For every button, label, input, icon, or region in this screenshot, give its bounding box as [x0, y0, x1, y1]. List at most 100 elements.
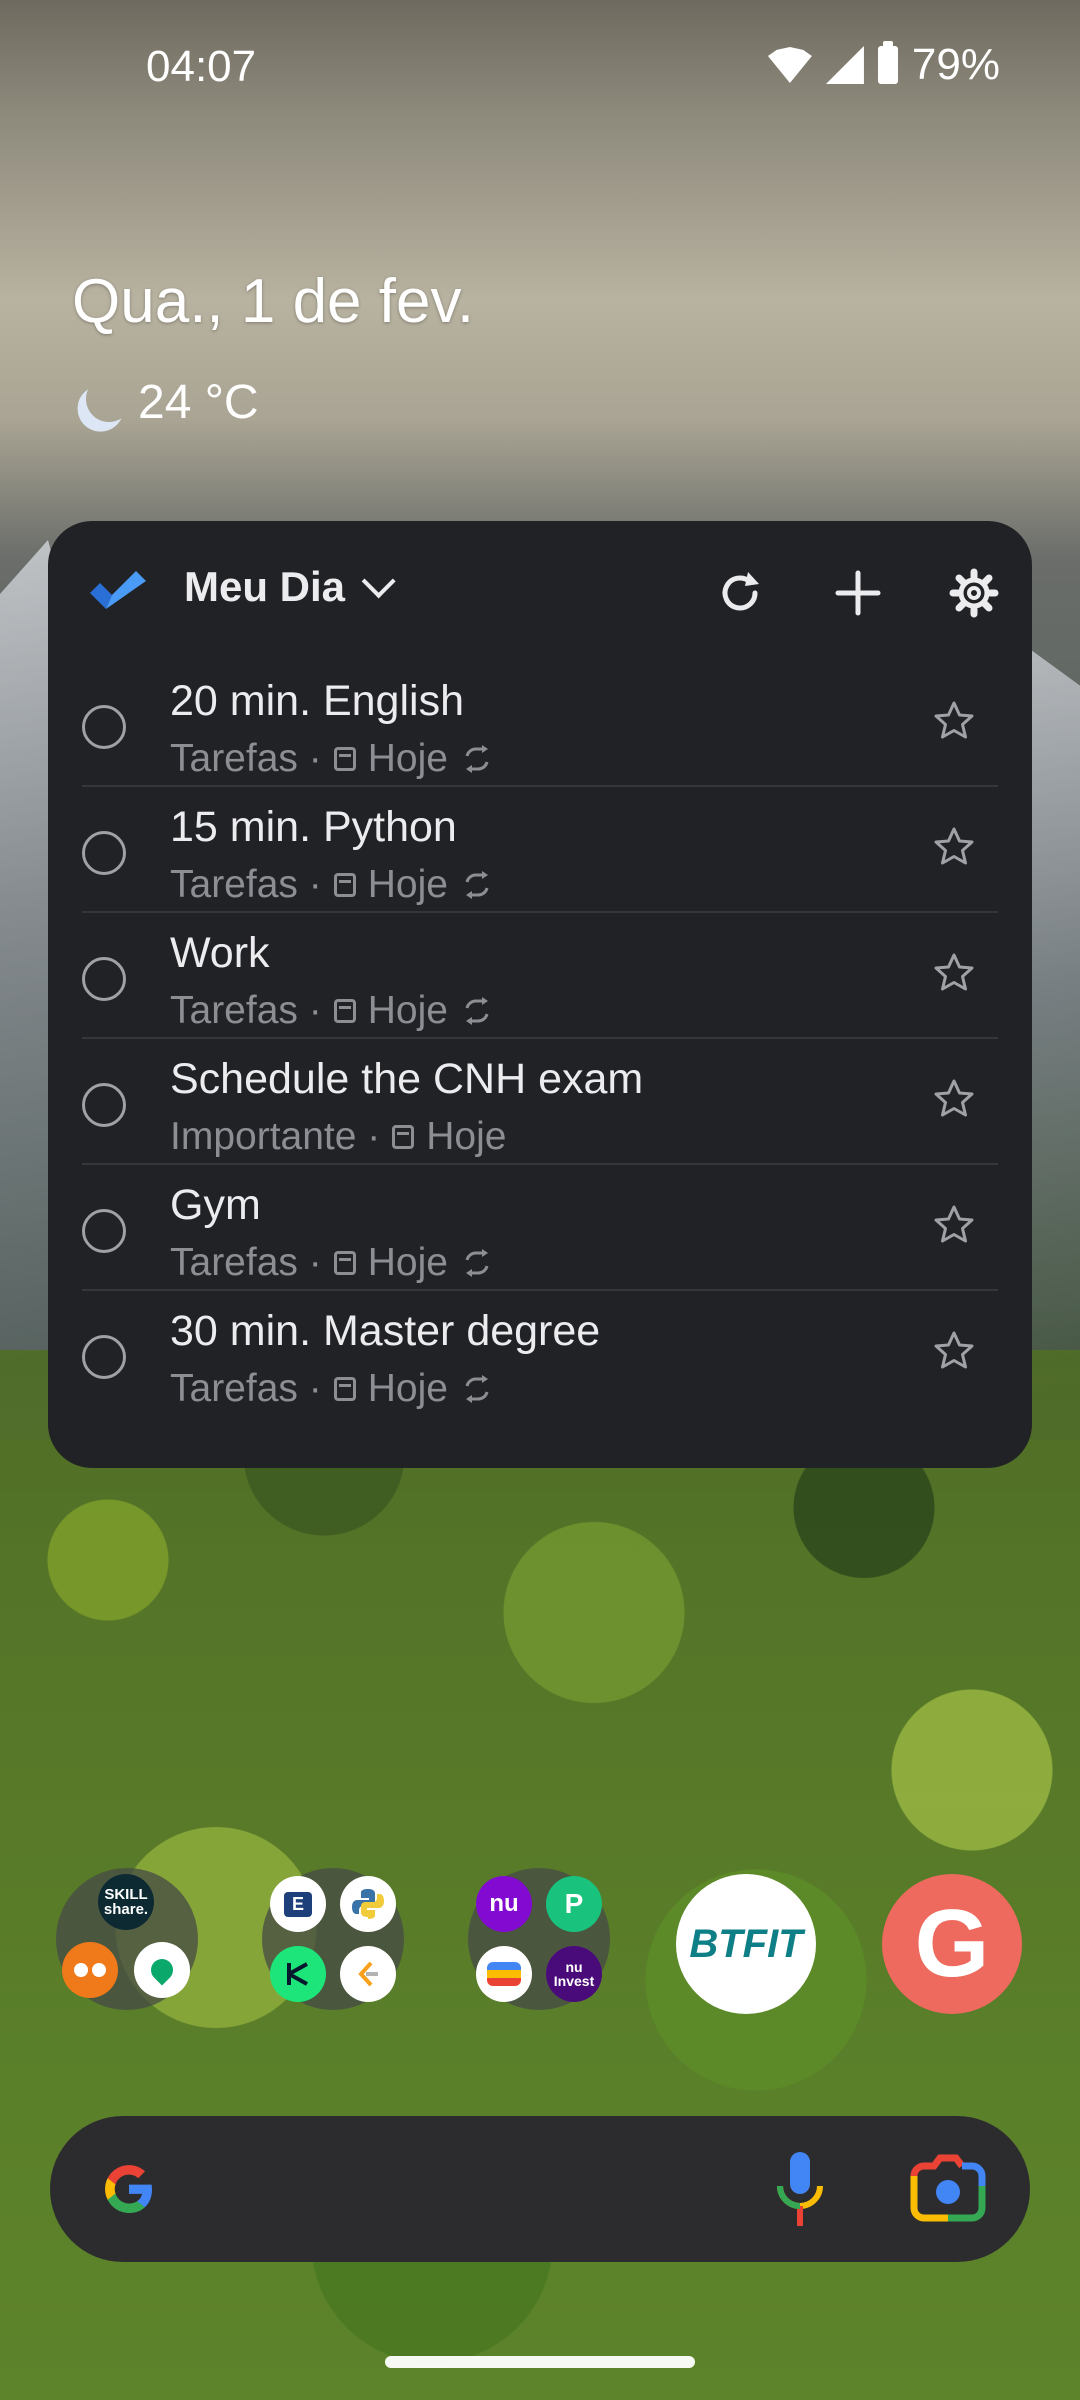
repeat-icon [465, 871, 489, 899]
task-row[interactable]: 30 min. Master degree Tarefas · Hoje [82, 1291, 998, 1415]
task-complete-checkbox[interactable] [82, 1335, 126, 1379]
task-row[interactable]: Gym Tarefas · Hoje [82, 1165, 998, 1291]
signal-icon [825, 46, 864, 84]
wifi-icon [767, 47, 812, 83]
picpay-app-icon: P [546, 1876, 602, 1932]
g-app-label: G [914, 1890, 990, 1997]
wallet-app-icon [476, 1946, 532, 2002]
task-complete-checkbox[interactable] [82, 1209, 126, 1253]
task-title: 15 min. Python [170, 803, 457, 851]
task-list: 20 min. English Tarefas · Hoje 15 min. P… [82, 661, 998, 1415]
g-app-icon[interactable]: G [882, 1874, 1022, 2014]
task-row[interactable]: 15 min. Python Tarefas · Hoje [82, 787, 998, 913]
list-title: Meu Dia [184, 563, 346, 610]
app-folder-learning[interactable]: SKILL share. [56, 1868, 198, 2010]
app-folder-code[interactable]: E [262, 1868, 404, 2010]
status-icons: 79% [767, 40, 1000, 90]
star-icon[interactable] [932, 1329, 976, 1373]
task-title: 20 min. English [170, 677, 464, 725]
google-search-bar[interactable] [50, 2116, 1030, 2262]
task-row[interactable]: 20 min. English Tarefas · Hoje [82, 661, 998, 787]
star-icon[interactable] [932, 1077, 976, 1121]
star-icon[interactable] [932, 951, 976, 995]
task-due: Hoje [367, 989, 448, 1032]
python-icon [352, 1889, 384, 1919]
task-due: Hoje [367, 863, 448, 906]
moon-icon [82, 372, 135, 425]
lens-search-button[interactable] [908, 2154, 988, 2224]
camera-lens-icon [910, 2154, 986, 2222]
google-logo-icon [105, 2165, 152, 2213]
chevron-down-icon [361, 564, 396, 599]
gesture-navigation-bar[interactable] [385, 2356, 695, 2368]
list-selector[interactable]: Meu Dia [184, 563, 396, 611]
leetcode-app-icon [340, 1946, 396, 2002]
task-due: Hoje [426, 1115, 507, 1158]
star-icon[interactable] [932, 1203, 976, 1247]
task-complete-checkbox[interactable] [82, 957, 126, 1001]
task-list-name: Tarefas · [170, 989, 322, 1032]
calendar-icon [392, 1125, 415, 1149]
task-list-name: Tarefas · [170, 863, 322, 906]
add-task-button[interactable] [826, 561, 890, 625]
gear-icon [949, 568, 999, 618]
repeat-icon [465, 745, 489, 773]
task-complete-checkbox[interactable] [82, 831, 126, 875]
star-icon[interactable] [932, 699, 976, 743]
widget-header: Meu Dia [48, 521, 1032, 661]
task-title: Schedule the CNH exam [170, 1055, 644, 1103]
task-meta: Tarefas · Hoje [170, 989, 494, 1033]
todo-check-icon[interactable] [88, 567, 148, 617]
repeat-icon [465, 1249, 489, 1277]
water-app-icon [134, 1942, 190, 1998]
calendar-icon [333, 999, 356, 1023]
task-meta: Tarefas · Hoje [170, 863, 494, 907]
task-title: Work [170, 929, 270, 977]
task-list-name: Tarefas · [170, 1241, 322, 1284]
refresh-button[interactable] [708, 561, 772, 625]
task-due: Hoje [367, 1367, 448, 1410]
task-row[interactable]: Work Tarefas · Hoje [82, 913, 998, 1039]
star-icon[interactable] [932, 825, 976, 869]
task-list-name: Tarefas · [170, 737, 322, 780]
at-a-glance-date[interactable]: Qua., 1 de fev. [72, 266, 474, 337]
repeat-icon [465, 1375, 489, 1403]
voice-search-button[interactable] [770, 2150, 830, 2230]
python-app-icon [340, 1876, 396, 1932]
task-list-name: Tarefas · [170, 1367, 322, 1410]
add-icon [835, 570, 881, 616]
duolingo-app-icon [62, 1942, 118, 1998]
home-dock: SKILL share. E nu P nu Invest BTFIT G [0, 1860, 1080, 2020]
calendar-icon [333, 1251, 356, 1275]
task-complete-checkbox[interactable] [82, 705, 126, 749]
at-a-glance-weather[interactable]: 24 °C [72, 375, 259, 430]
battery-icon [877, 41, 898, 84]
repeat-icon [465, 997, 489, 1025]
leetcode-icon [358, 1961, 378, 1987]
task-complete-checkbox[interactable] [82, 1083, 126, 1127]
btfit-app-icon[interactable]: BTFIT [676, 1874, 816, 2014]
nu-invest-app-icon: nu Invest [546, 1946, 602, 2002]
task-meta: Importante · Hoje [170, 1115, 506, 1159]
battery-percent: 79% [911, 40, 1000, 89]
task-title: Gym [170, 1181, 261, 1229]
mic-icon [777, 2152, 823, 2226]
datacamp-app-icon [270, 1946, 326, 2002]
status-bar: 04:07 79% [0, 0, 1080, 130]
task-due: Hoje [367, 1241, 448, 1284]
e-app-icon: E [270, 1876, 326, 1932]
task-row[interactable]: Schedule the CNH exam Importante · Hoje [82, 1039, 998, 1165]
weather-temperature: 24 °C [138, 376, 259, 429]
app-folder-finance[interactable]: nu P nu Invest [468, 1868, 610, 2010]
btfit-label: BTFIT [689, 1921, 803, 1966]
skillshare-app-icon: SKILL share. [98, 1874, 154, 1930]
task-meta: Tarefas · Hoje [170, 737, 494, 781]
datacamp-icon [287, 1962, 308, 1986]
refresh-icon [722, 572, 759, 611]
settings-button[interactable] [942, 561, 1006, 625]
e-app-label: E [283, 1891, 312, 1917]
task-due: Hoje [367, 737, 448, 780]
task-list-name: Importante · [170, 1115, 381, 1158]
task-title: 30 min. Master degree [170, 1307, 601, 1355]
nubank-app-icon: nu [476, 1876, 532, 1932]
